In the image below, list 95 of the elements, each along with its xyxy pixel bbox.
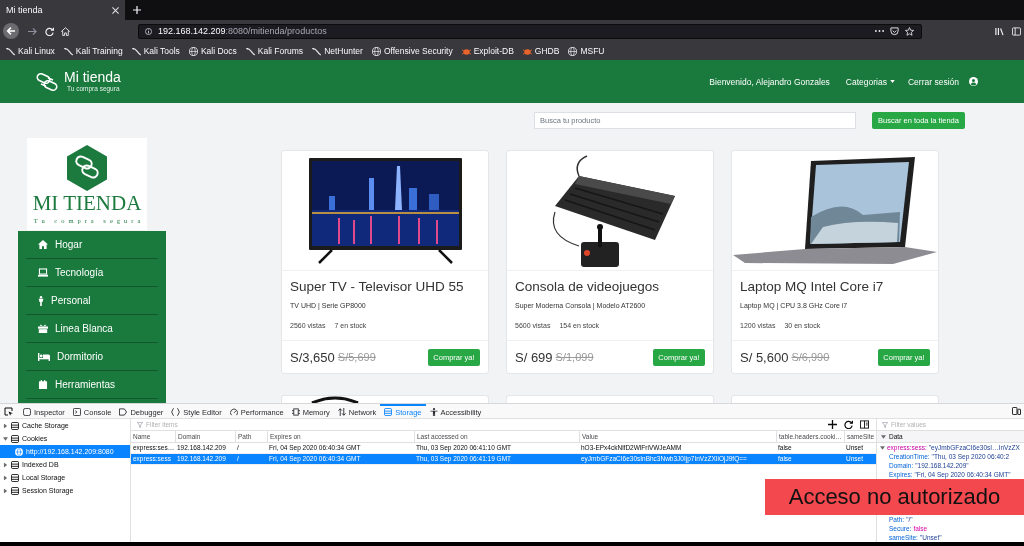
chip-icon bbox=[291, 408, 300, 416]
database-icon bbox=[384, 408, 393, 416]
caret-icon[interactable] bbox=[3, 488, 8, 493]
product-title[interactable]: Super TV - Televisor UHD 55 bbox=[290, 279, 464, 295]
calendar-icon bbox=[38, 380, 48, 389]
home-icon[interactable] bbox=[61, 26, 70, 36]
database-icon bbox=[11, 421, 19, 430]
category-link[interactable]: Dormitorio bbox=[26, 343, 158, 371]
caret-icon[interactable] bbox=[3, 462, 8, 467]
browser-tab[interactable]: Mi tienda bbox=[0, 0, 125, 20]
bookmark-link[interactable]: NetHunter bbox=[312, 46, 363, 56]
star-icon[interactable] bbox=[905, 26, 914, 36]
arc-drawing bbox=[310, 396, 360, 403]
caret-icon[interactable] bbox=[3, 423, 8, 428]
info-icon[interactable] bbox=[145, 27, 152, 35]
caret-icon bbox=[889, 80, 895, 83]
old-price: S/6,990 bbox=[791, 351, 830, 363]
category-link[interactable]: Hogar bbox=[26, 231, 158, 259]
bookmark-link[interactable]: Kali Docs bbox=[188, 46, 237, 56]
bookmark-link[interactable]: GHDB bbox=[522, 46, 560, 56]
shield-icon[interactable] bbox=[890, 26, 899, 36]
back-icon[interactable] bbox=[3, 23, 19, 39]
logo-title: MI TIENDA bbox=[32, 193, 142, 214]
close-icon[interactable] bbox=[112, 6, 119, 14]
funnel-icon bbox=[137, 421, 143, 428]
tag-icon bbox=[119, 408, 128, 416]
new-tab-icon[interactable] bbox=[133, 6, 141, 14]
swoosh-icon bbox=[245, 46, 255, 56]
bookmark-link[interactable]: Kali Tools bbox=[131, 46, 180, 56]
price: S/ 5,600 bbox=[740, 349, 789, 365]
price: S/3,650 bbox=[290, 349, 335, 365]
price: S/ 699 bbox=[515, 349, 553, 365]
category-link[interactable]: Tecnología bbox=[26, 259, 158, 287]
swoosh-icon bbox=[63, 46, 73, 56]
gift-icon bbox=[38, 324, 48, 333]
bookmark-link[interactable]: Offensive Security bbox=[371, 46, 453, 56]
category-link[interactable]: Personal bbox=[26, 287, 158, 315]
device-icon[interactable] bbox=[1012, 407, 1021, 415]
url-field[interactable]: 192.168.142.209:8080/mitienda/productos bbox=[138, 23, 922, 39]
caret-icon[interactable] bbox=[3, 436, 8, 441]
old-price: S/1,099 bbox=[555, 351, 594, 363]
bookmark-link[interactable]: Kali Training bbox=[63, 46, 123, 56]
bookmark-link[interactable]: MSFU bbox=[568, 46, 605, 56]
forward-icon[interactable] bbox=[28, 26, 37, 36]
reload-icon[interactable] bbox=[45, 26, 54, 36]
chain-link-icon[interactable] bbox=[35, 71, 59, 92]
globe-icon bbox=[188, 46, 198, 56]
swoosh-icon bbox=[131, 46, 141, 56]
product-title[interactable]: Laptop MQ Intel Core i7 bbox=[740, 279, 884, 295]
database-icon bbox=[11, 486, 19, 495]
alert-banner: Acceso no autorizado bbox=[765, 479, 1024, 515]
sidebar-toggle-icon[interactable] bbox=[860, 420, 869, 429]
bug-icon bbox=[461, 46, 471, 56]
caret-icon[interactable] bbox=[880, 445, 885, 450]
person-icon bbox=[429, 408, 438, 416]
terminal-icon bbox=[72, 408, 81, 416]
arrows-icon bbox=[337, 408, 346, 416]
old-price: S/5,699 bbox=[337, 351, 376, 363]
books-icon[interactable] bbox=[995, 26, 1004, 36]
globe-icon bbox=[15, 447, 23, 456]
swoosh-icon bbox=[6, 46, 15, 56]
caret-icon[interactable] bbox=[881, 434, 886, 439]
bookmark-link[interactable]: Kali Linux bbox=[6, 46, 55, 56]
globe-icon bbox=[371, 46, 381, 56]
categories-dropdown[interactable]: Categorias bbox=[845, 76, 895, 87]
caret-icon[interactable] bbox=[3, 475, 8, 480]
element-picker-icon[interactable] bbox=[4, 406, 13, 416]
refresh-icon[interactable] bbox=[844, 420, 853, 429]
bed-icon bbox=[38, 352, 50, 361]
plus-icon[interactable] bbox=[828, 420, 837, 429]
bug-icon bbox=[522, 46, 532, 56]
braces-icon bbox=[171, 408, 181, 416]
product-title[interactable]: Consola de videojuegos bbox=[515, 279, 660, 295]
logout-link[interactable]: Cerrar sesión bbox=[907, 76, 959, 87]
database-icon bbox=[11, 434, 19, 443]
brand-name[interactable]: Mi tienda bbox=[64, 70, 121, 85]
gauge-icon bbox=[229, 408, 238, 416]
globe-icon bbox=[568, 46, 578, 56]
funnel-icon bbox=[882, 421, 888, 428]
sidebar-icon[interactable] bbox=[1012, 26, 1021, 36]
swoosh-icon bbox=[312, 46, 322, 56]
person-icon bbox=[38, 295, 44, 306]
laptop-icon bbox=[38, 268, 48, 277]
welcome-text: Bienvenido, Alejandro Gonzales bbox=[709, 76, 830, 87]
home-icon bbox=[38, 240, 48, 249]
box-icon bbox=[23, 408, 31, 416]
hexagon-logo-icon bbox=[67, 145, 107, 191]
bookmark-link[interactable]: Exploit-DB bbox=[461, 46, 514, 56]
database-icon bbox=[11, 473, 19, 482]
category-link[interactable]: Herramientas bbox=[26, 371, 158, 399]
database-icon bbox=[11, 460, 19, 469]
tab-title: Mi tienda bbox=[6, 5, 43, 15]
category-link[interactable]: Linea Blanca bbox=[26, 315, 158, 343]
bookmark-link[interactable]: Kali Forums bbox=[245, 46, 304, 56]
user-icon[interactable] bbox=[969, 77, 978, 86]
